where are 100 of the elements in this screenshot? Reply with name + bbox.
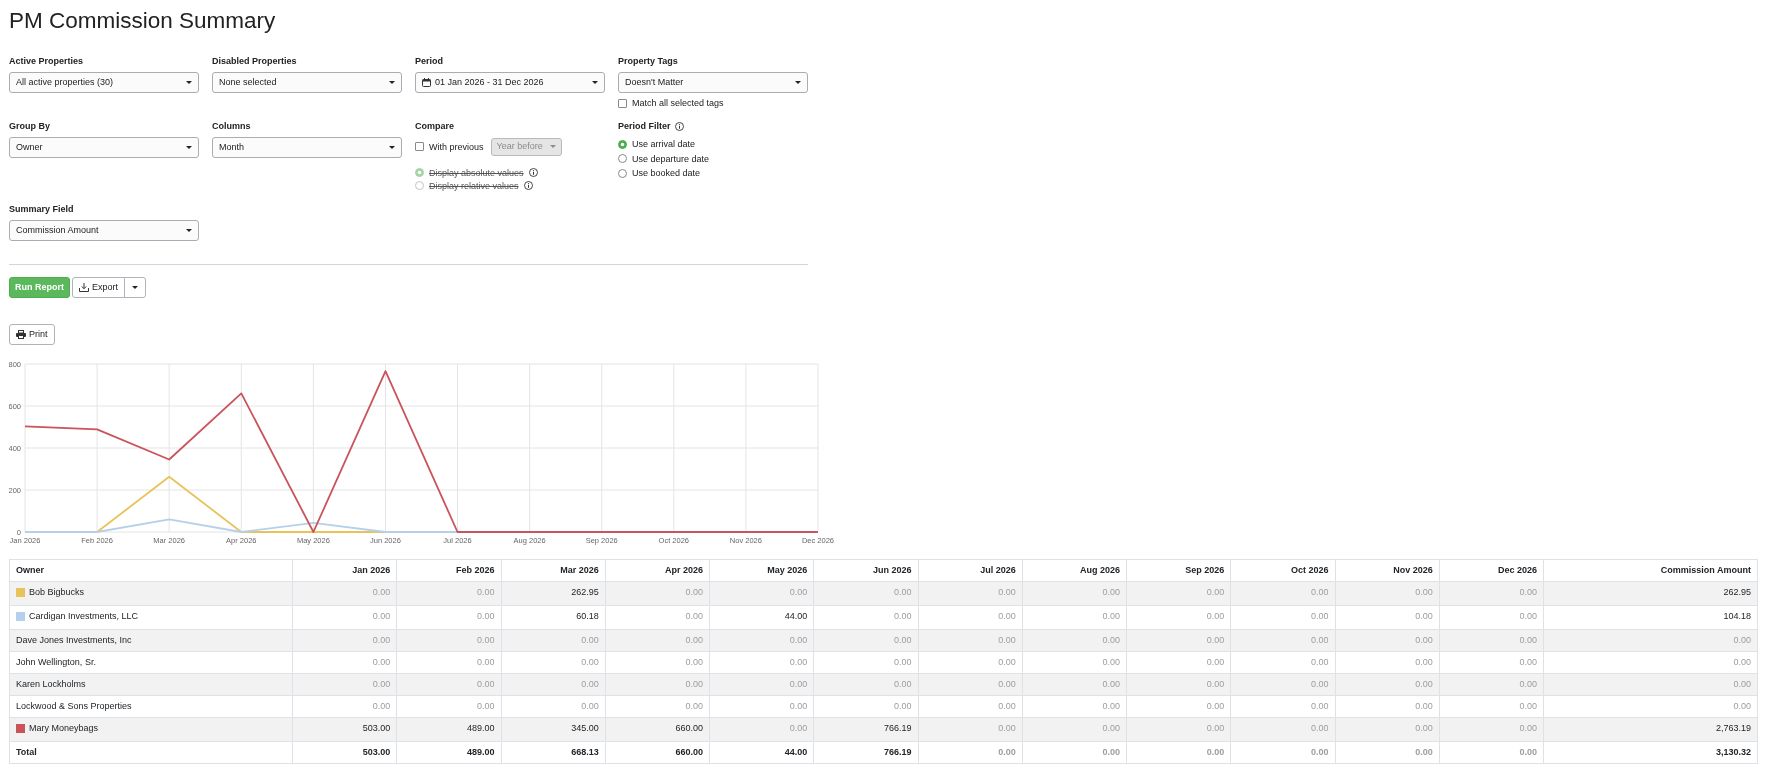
export-menu-button[interactable]	[124, 277, 146, 298]
table-cell: 0.00	[918, 717, 1023, 742]
table-cell: 0.00	[1230, 717, 1335, 742]
dropdown[interactable]: None selected	[212, 72, 402, 93]
checkbox-label: Match all selected tags	[632, 97, 724, 109]
print-button[interactable]: Print	[9, 324, 55, 345]
filter-label: Active Properties	[9, 55, 84, 67]
table-cell: 0.00	[813, 581, 918, 606]
table-cell: 0.00	[709, 651, 814, 674]
caret-icon	[389, 81, 395, 84]
table-cell: 0.00	[1230, 605, 1335, 630]
download-icon	[79, 283, 89, 292]
printer-icon	[16, 330, 26, 339]
column-header: Feb 2026	[396, 559, 501, 582]
owner-name: Lockwood & Sons Properties	[16, 701, 132, 712]
caret-icon	[795, 81, 801, 84]
column-header: Sep 2026	[1126, 559, 1231, 582]
owner-name: John Wellington, Sr.	[16, 657, 96, 668]
checkbox[interactable]	[618, 98, 627, 108]
table-cell: 0.00	[501, 651, 606, 674]
table-cell: 0.00	[918, 581, 1023, 606]
radio-button[interactable]	[618, 154, 627, 164]
table-cell: 0.00	[1126, 605, 1231, 630]
table-cell: 0.00	[1543, 695, 1758, 718]
table-cell: 0.00	[501, 673, 606, 696]
owner-name: Mary Moneybags	[29, 723, 99, 734]
table-cell: 0.00	[1126, 651, 1231, 674]
radio-button[interactable]	[618, 139, 627, 149]
owner-name: Dave Jones Investments, Inc	[16, 635, 132, 646]
total-cell: 0.00	[1022, 741, 1127, 764]
total-cell: 766.19	[813, 741, 918, 764]
total-cell: 0.00	[1126, 741, 1231, 764]
total-cell: 3,130.32	[1543, 741, 1758, 764]
dropdown[interactable]: Month	[212, 137, 402, 158]
table-cell: 0.00	[1126, 695, 1231, 718]
calendar-icon	[422, 78, 431, 87]
table-cell: 0.00	[396, 673, 501, 696]
dropdown[interactable]: Doesn't Matter	[618, 72, 808, 93]
table-cell: 0.00	[501, 629, 606, 652]
dropdown[interactable]: Commission Amount	[9, 220, 199, 241]
table-cell: 0.00	[1335, 695, 1440, 718]
table-cell: 0.00	[605, 651, 710, 674]
table-cell: 0.00	[813, 651, 918, 674]
table-cell: 660.00	[605, 717, 710, 742]
table-cell: 0.00	[1126, 581, 1231, 606]
table-cell: 0.00	[396, 605, 501, 630]
table-cell: 0.00	[1022, 695, 1127, 718]
table-cell: 0.00	[1335, 673, 1440, 696]
dropdown[interactable]: 01 Jan 2026 - 31 Dec 2026	[415, 72, 605, 93]
checkbox-label: With previous	[429, 140, 484, 153]
radio-button[interactable]	[618, 168, 627, 178]
table-cell: 2,763.19	[1543, 717, 1758, 742]
table-cell: 0.00	[1230, 629, 1335, 652]
caret-icon	[186, 81, 192, 84]
column-header: Apr 2026	[605, 559, 710, 582]
caret-icon	[186, 229, 192, 232]
table-cell: 0.00	[1335, 717, 1440, 742]
column-header: Jan 2026	[292, 559, 397, 582]
table-cell: 0.00	[292, 673, 397, 696]
table-cell: 0.00	[1126, 629, 1231, 652]
total-cell: 0.00	[918, 741, 1023, 764]
total-cell: 668.13	[501, 741, 606, 764]
table-cell: 44.00	[709, 605, 814, 630]
table-cell: 0.00	[1543, 673, 1758, 696]
table-cell: 0.00	[1022, 581, 1127, 606]
table-cell: 0.00	[292, 651, 397, 674]
total-label: Total	[9, 741, 293, 764]
table-cell: 0.00	[396, 629, 501, 652]
caret-icon	[132, 286, 138, 289]
column-header: Aug 2026	[1022, 559, 1127, 582]
table-cell: 0.00	[709, 717, 814, 742]
table-cell: 0.00	[1230, 651, 1335, 674]
column-header: Oct 2026	[1230, 559, 1335, 582]
table-cell: 0.00	[709, 673, 814, 696]
table-cell: 0.00	[918, 605, 1023, 630]
filter-label: Period	[415, 55, 443, 67]
total-cell: 0.00	[1335, 741, 1440, 764]
checkbox[interactable]	[415, 142, 424, 151]
table-cell: 0.00	[396, 581, 501, 606]
table-cell: 0.00	[918, 695, 1023, 718]
column-header: Jul 2026	[918, 559, 1023, 582]
export-button[interactable]: Export	[72, 277, 125, 298]
table-cell: 0.00	[1230, 695, 1335, 718]
table-cell: 0.00	[1335, 651, 1440, 674]
table-cell: 0.00	[292, 629, 397, 652]
filter-label: Group By	[9, 120, 50, 132]
owner-name: Karen Lockholms	[16, 679, 86, 690]
dropdown[interactable]: Owner	[9, 137, 199, 158]
table-cell: 0.00	[605, 695, 710, 718]
radio-label: Use arrival date	[632, 138, 696, 151]
table-cell: 0.00	[605, 629, 710, 652]
caret-icon	[389, 146, 395, 149]
table-cell: 0.00	[605, 581, 710, 606]
table-cell: 60.18	[501, 605, 606, 630]
table-cell: 104.18	[1543, 605, 1758, 630]
table-cell: 0.00	[1022, 673, 1127, 696]
table-cell: 489.00	[396, 717, 501, 742]
table-cell: 766.19	[813, 717, 918, 742]
table-cell: 345.00	[501, 717, 606, 742]
dropdown[interactable]: All active properties (30)	[9, 72, 199, 93]
